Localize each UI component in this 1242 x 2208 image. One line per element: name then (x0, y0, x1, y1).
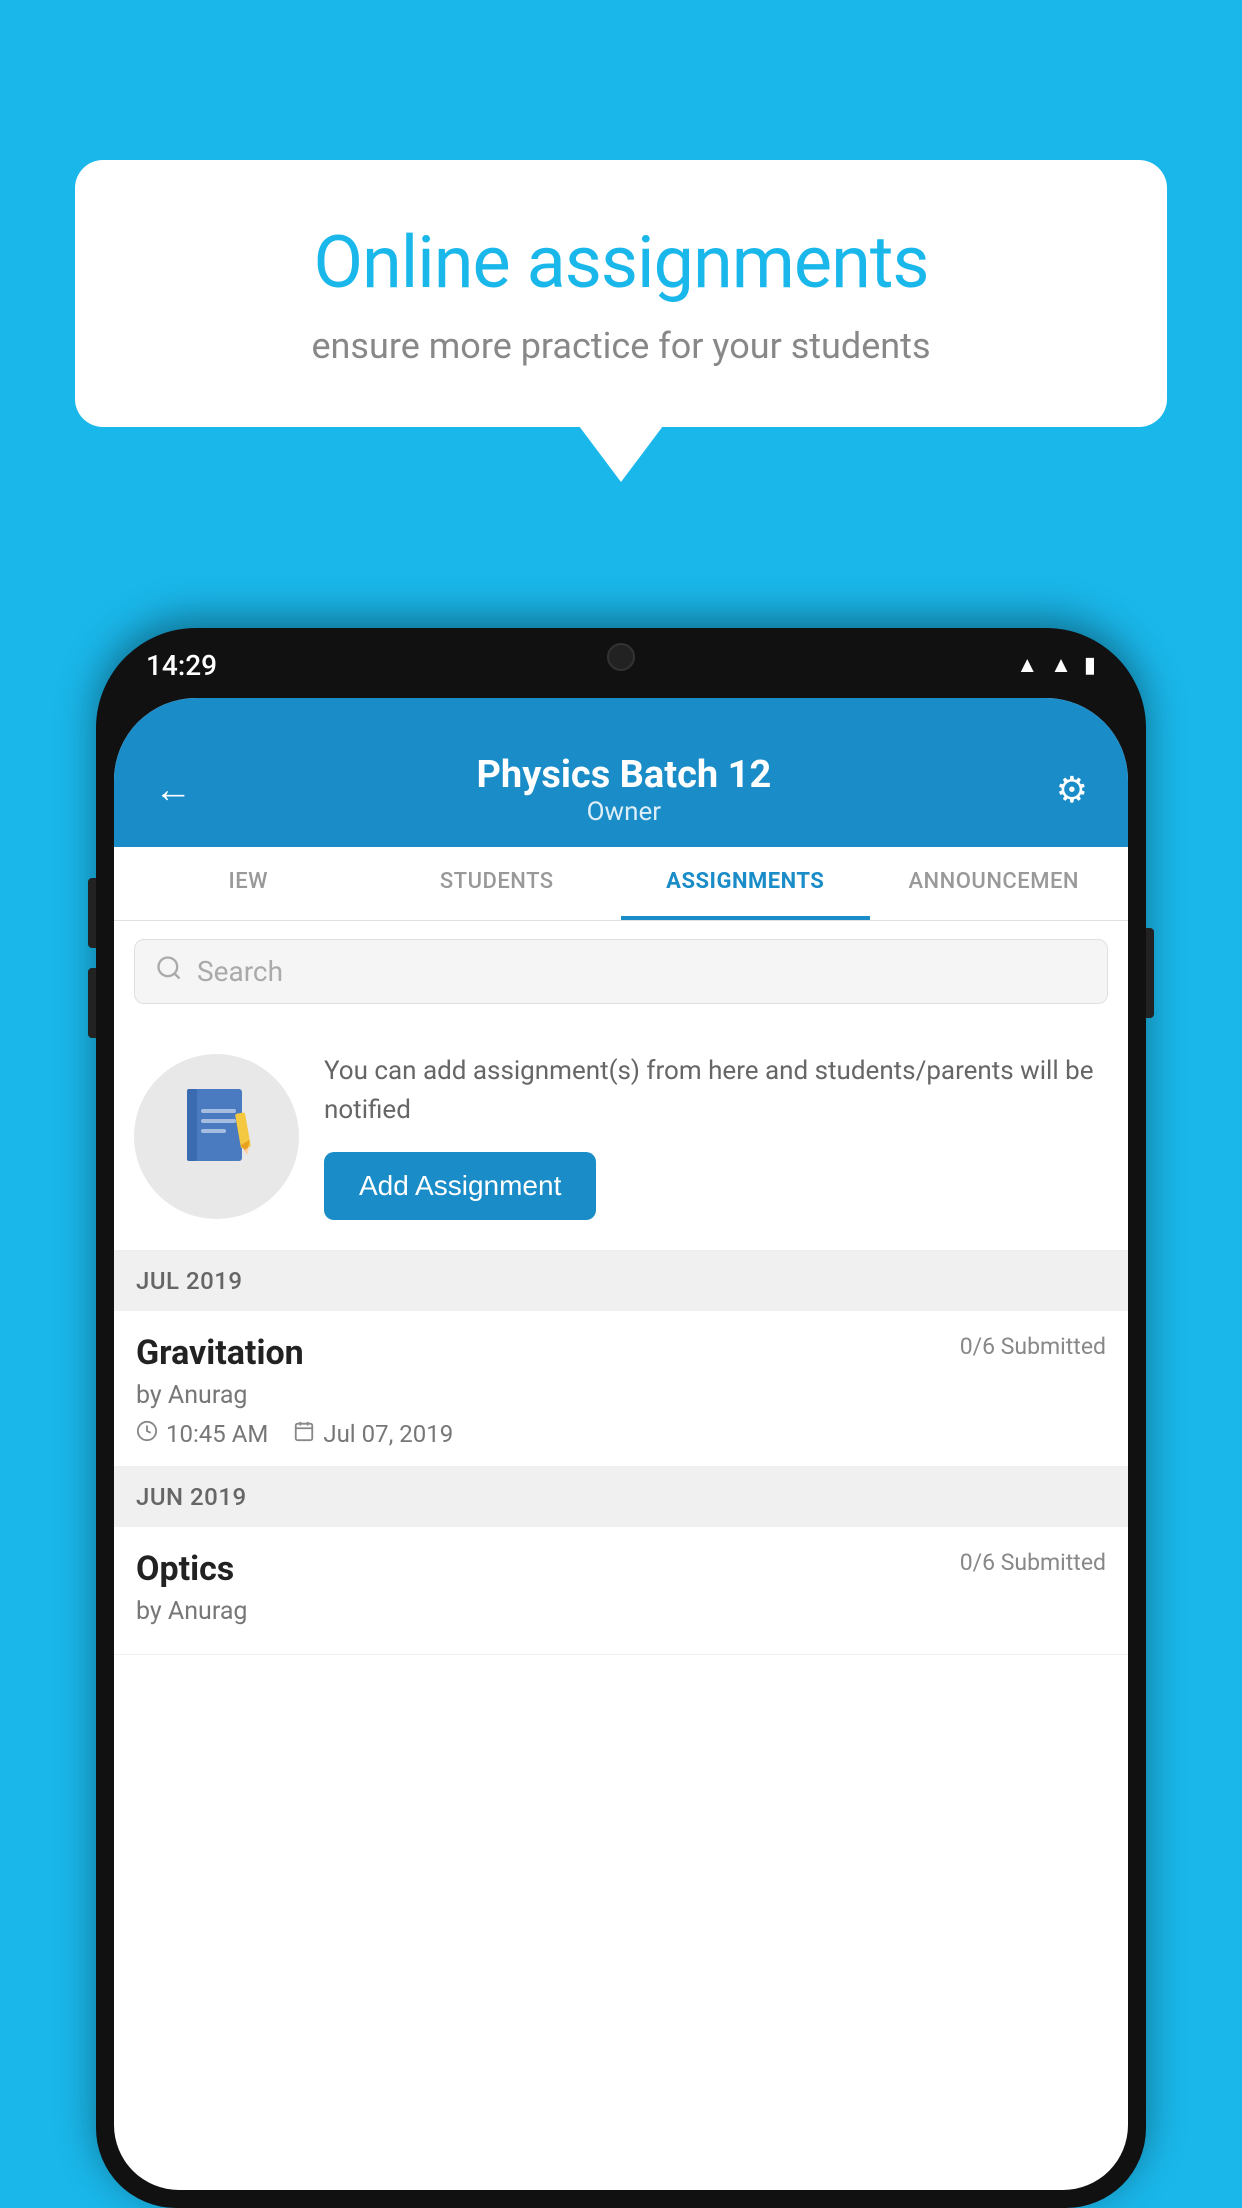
assignment-author: by Anurag (136, 1381, 1106, 1410)
assignment-item-gravitation[interactable]: Gravitation 0/6 Submitted by Anurag 10:4… (114, 1311, 1128, 1467)
phone-camera (607, 643, 635, 671)
volume-up-button (88, 878, 96, 948)
month-header-jun: JUN 2019 (114, 1467, 1128, 1527)
back-button[interactable]: ← (154, 768, 192, 812)
promo-icon-circle (134, 1054, 299, 1219)
speech-bubble: Online assignments ensure more practice … (75, 160, 1167, 427)
assignment-top: Gravitation 0/6 Submitted (136, 1333, 1106, 1373)
search-container: Search (114, 921, 1128, 1022)
page-title: Physics Batch 12 (192, 753, 1056, 797)
phone-screen: ← Physics Batch 12 Owner ⚙ IEW STUDENTS … (114, 698, 1128, 2190)
assignment-title-optics: Optics (136, 1549, 234, 1589)
notebook-icon (177, 1084, 257, 1189)
date-value: Jul 07, 2019 (323, 1420, 453, 1448)
add-assignment-button[interactable]: Add Assignment (324, 1152, 596, 1220)
assignment-submitted-optics: 0/6 Submitted (960, 1549, 1106, 1576)
search-icon (155, 954, 183, 989)
status-time: 14:29 (146, 649, 217, 682)
time-value: 10:45 AM (166, 1420, 268, 1448)
month-header-jul: JUL 2019 (114, 1251, 1128, 1311)
speech-bubble-subtitle: ensure more practice for your students (145, 325, 1097, 367)
phone-notch (511, 628, 731, 683)
tab-announcements[interactable]: ANNOUNCEMEN (870, 847, 1119, 920)
calendar-icon (293, 1420, 315, 1448)
assignment-submitted: 0/6 Submitted (960, 1333, 1106, 1360)
assignment-date: Jul 07, 2019 (293, 1420, 453, 1448)
tab-assignments[interactable]: ASSIGNMENTS (621, 847, 870, 920)
search-placeholder: Search (197, 955, 283, 988)
tab-bar: IEW STUDENTS ASSIGNMENTS ANNOUNCEMEN (114, 847, 1128, 921)
clock-icon (136, 1420, 158, 1448)
status-icons: ▲ ▲ ▮ (1016, 652, 1096, 678)
promo-description: You can add assignment(s) from here and … (324, 1052, 1108, 1130)
settings-button[interactable]: ⚙ (1056, 769, 1088, 811)
page-subtitle: Owner (192, 797, 1056, 827)
promo-content: You can add assignment(s) from here and … (324, 1052, 1108, 1220)
app-header: ← Physics Batch 12 Owner ⚙ (114, 698, 1128, 847)
assignment-meta: 10:45 AM Jul 07, 2019 (136, 1420, 1106, 1448)
tab-students[interactable]: STUDENTS (373, 847, 622, 920)
speech-bubble-container: Online assignments ensure more practice … (75, 160, 1167, 427)
assignment-top-optics: Optics 0/6 Submitted (136, 1549, 1106, 1589)
tab-iew[interactable]: IEW (124, 847, 373, 920)
assignment-time: 10:45 AM (136, 1420, 268, 1448)
speech-bubble-title: Online assignments (145, 220, 1097, 305)
battery-icon: ▮ (1084, 653, 1096, 678)
promo-section: You can add assignment(s) from here and … (114, 1022, 1128, 1251)
assignment-item-optics[interactable]: Optics 0/6 Submitted by Anurag (114, 1527, 1128, 1655)
header-title-block: Physics Batch 12 Owner (192, 753, 1056, 827)
assignment-author-optics: by Anurag (136, 1597, 1106, 1626)
power-button (1146, 928, 1154, 1018)
assignment-title: Gravitation (136, 1333, 304, 1373)
wifi-icon: ▲ (1016, 652, 1038, 678)
volume-down-button (88, 968, 96, 1038)
phone-frame: 14:29 ▲ ▲ ▮ ← Physics Batch 12 Owner ⚙ I… (96, 628, 1146, 2208)
signal-icon: ▲ (1050, 652, 1072, 678)
search-bar[interactable]: Search (134, 939, 1108, 1004)
